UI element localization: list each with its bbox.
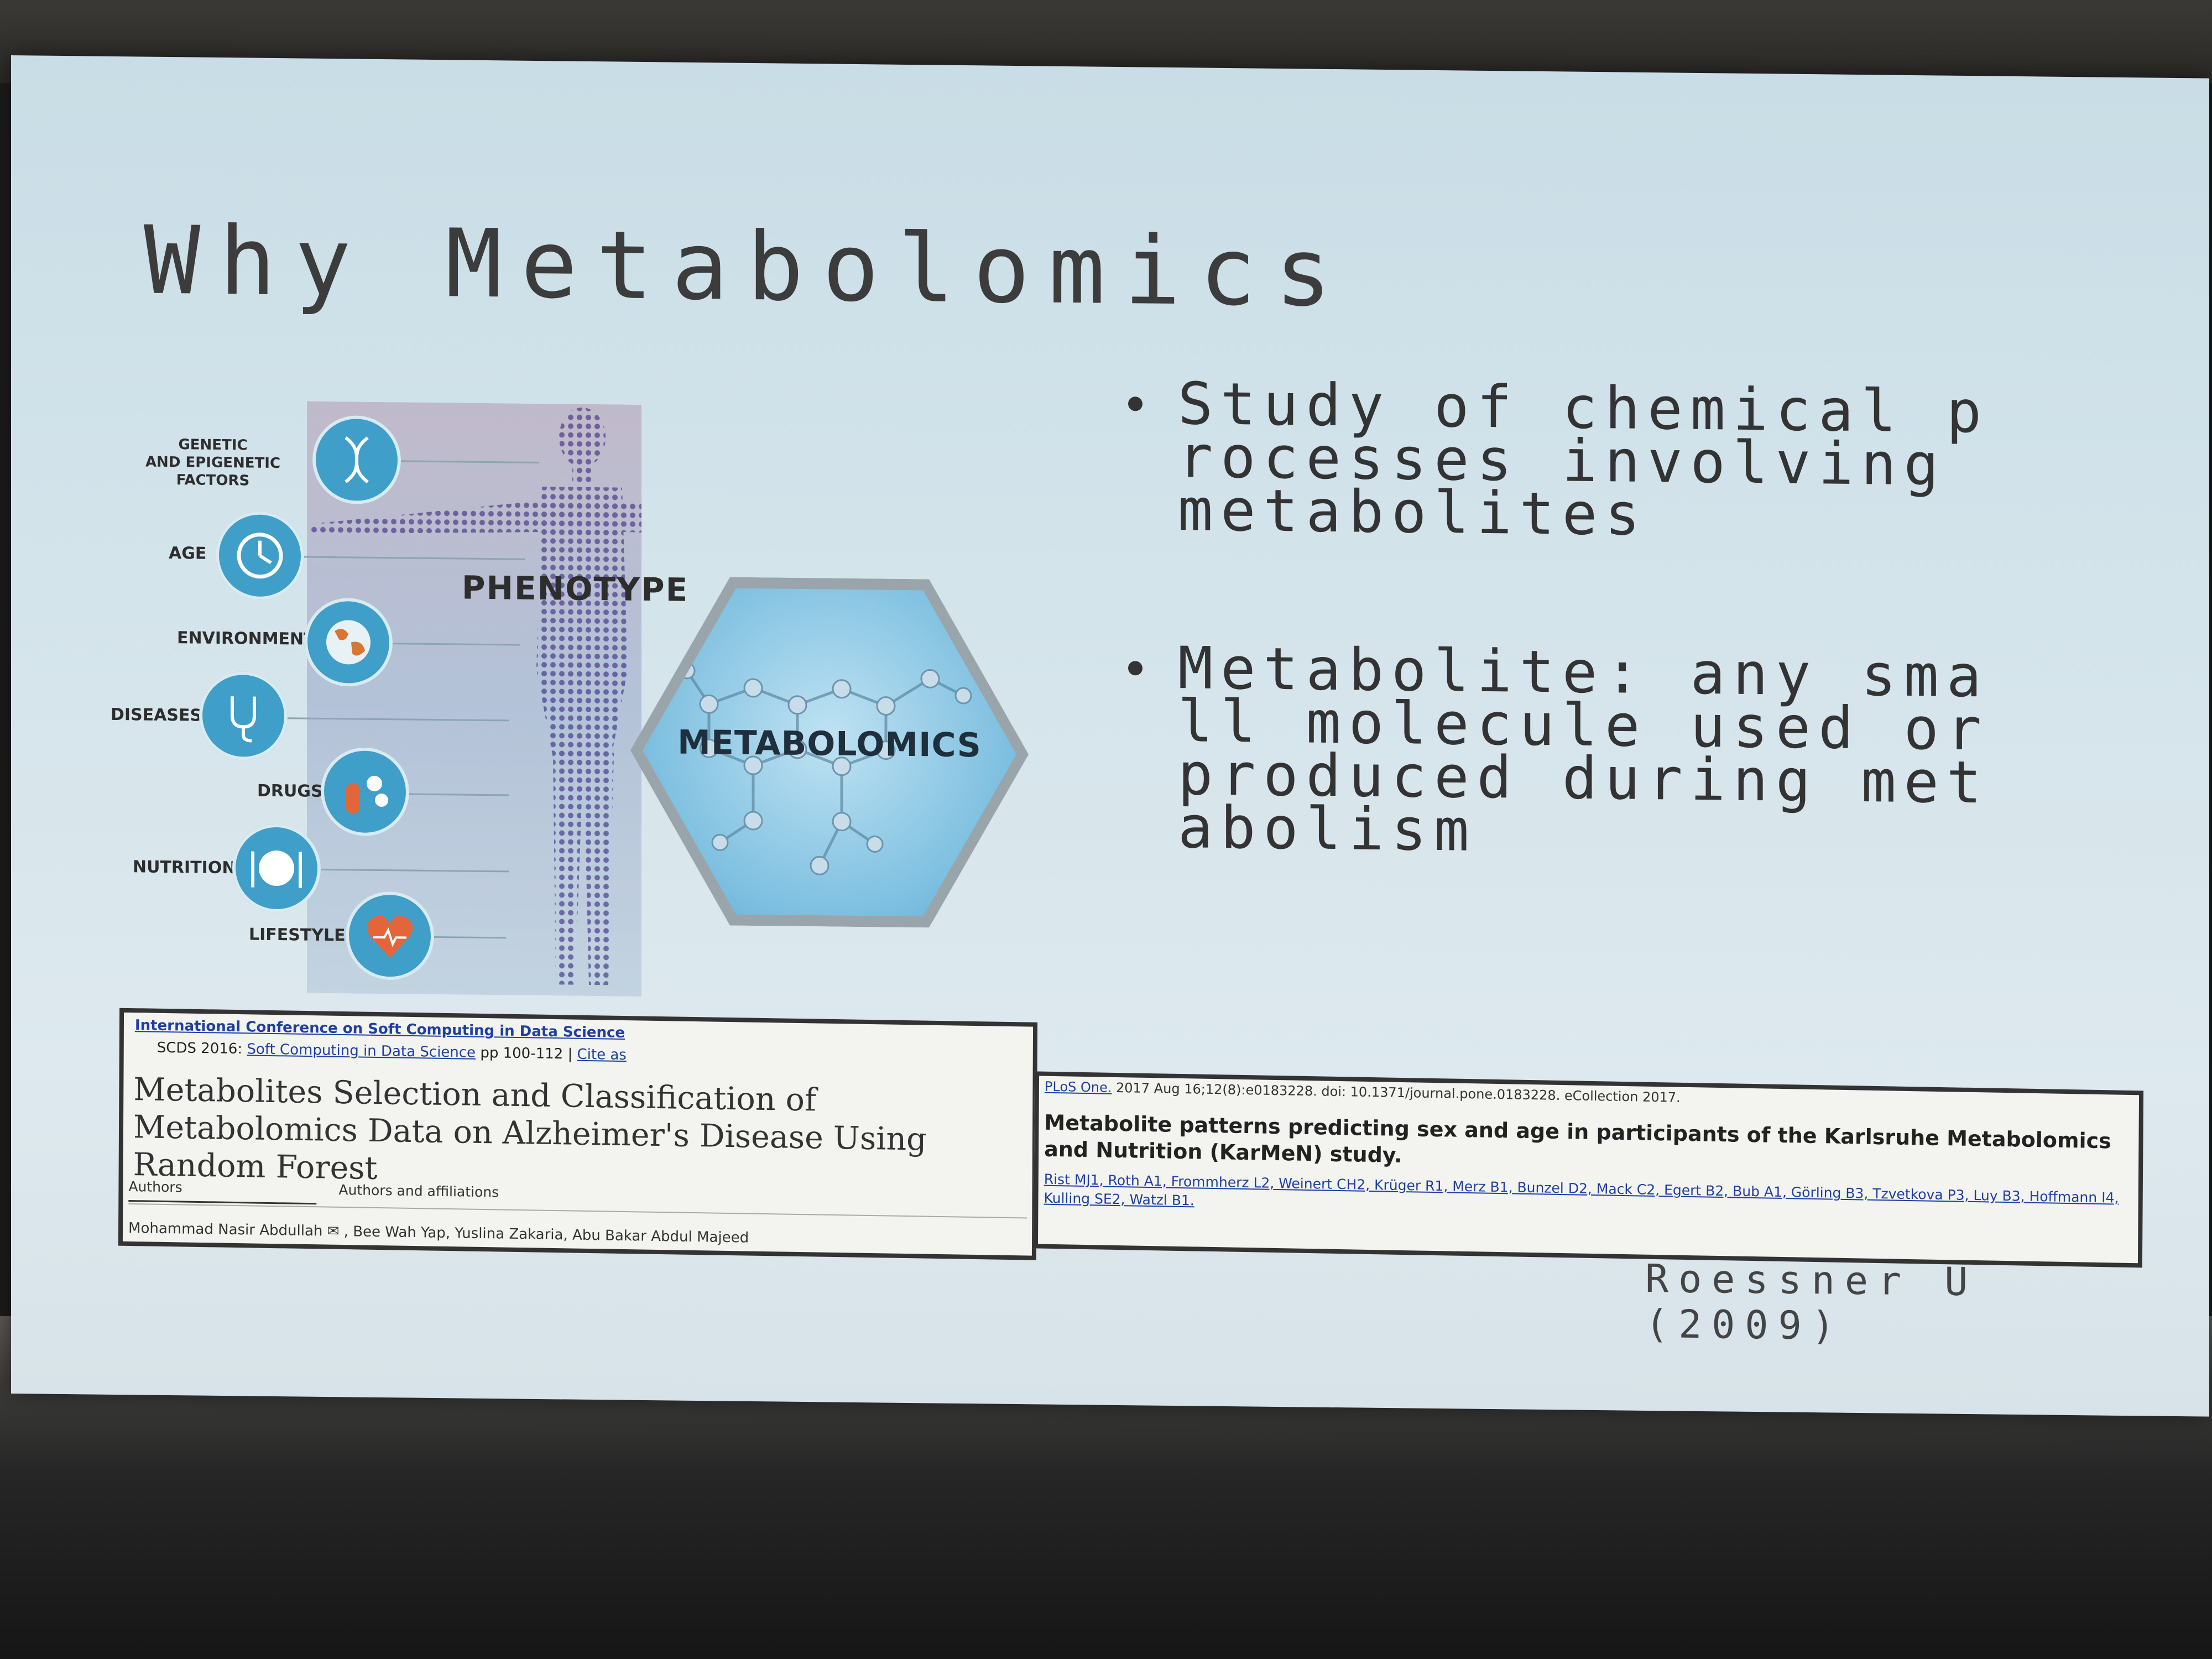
- conference-link[interactable]: International Conference on Soft Computi…: [135, 1017, 625, 1041]
- bullet-item: Study of chemical processes involving me…: [1117, 370, 2030, 549]
- paper-snippet-alzheimer: International Conference on Soft Computi…: [118, 1008, 1038, 1260]
- stethoscope-icon: [199, 671, 288, 761]
- series-line: SCDS 2016: Soft Computing in Data Scienc…: [156, 1039, 627, 1064]
- bullet-dot: [1128, 661, 1142, 676]
- bullet-list: Study of chemical processes involving me…: [1117, 370, 2030, 864]
- metabolomics-hexagon: METABOLOMICS: [630, 576, 1029, 929]
- factor-label: AGE: [169, 543, 207, 564]
- bullet-dot: [1128, 397, 1142, 411]
- clock-icon: [216, 510, 304, 601]
- slide-citation: Roessner U (2009): [1645, 1256, 1978, 1350]
- factor-label: NUTRITION: [133, 857, 236, 878]
- factor-label: LIFESTYLE: [249, 925, 346, 946]
- paper-title: Metabolites Selection and Classification…: [133, 1071, 927, 1187]
- globe-icon: [304, 597, 393, 687]
- divider: [128, 1203, 1027, 1219]
- bullet-text: Study of chemical processes involving me…: [1178, 370, 1990, 549]
- author-list[interactable]: Rist MJ1, Roth A1, Frommherz L2, Weinert…: [1044, 1170, 2133, 1227]
- factor-label: GENETIC AND EPIGENETIC FACTORS: [145, 436, 281, 489]
- bullet-item: Metabolite: any small molecule used or p…: [1117, 634, 2030, 864]
- projection-screen: Why Metabolomics PHENOTYPE GENETIC AND E…: [11, 55, 2209, 1417]
- heart-icon: [346, 891, 434, 981]
- series-link[interactable]: Soft Computing in Data Science: [247, 1041, 476, 1061]
- factor-label: DRUGS: [257, 781, 323, 801]
- citation-author: Roessner U: [1645, 1255, 1978, 1305]
- metabolomics-label: METABOLOMICS: [677, 723, 982, 765]
- bullet-text: Metabolite: any small molecule used or p…: [1178, 634, 1990, 864]
- cite-as-link[interactable]: Cite as: [577, 1046, 626, 1063]
- journal-link[interactable]: PLoS One.: [1045, 1079, 1112, 1095]
- plate-icon: [232, 823, 321, 913]
- slide-title: Why Metabolomics: [144, 206, 1350, 328]
- metabolomics-infographic: PHENOTYPE GENETIC AND EPIGENETIC FACTORS…: [88, 399, 1062, 1000]
- factor-label: DISEASES: [111, 705, 202, 726]
- pills-icon: [321, 747, 409, 837]
- tab-affiliations[interactable]: Authors and affiliations: [338, 1182, 499, 1201]
- citation-year: (2009): [1645, 1301, 1845, 1349]
- paper-title: Metabolite patterns predicting sex and a…: [1044, 1110, 2111, 1167]
- journal-line: PLoS One. 2017 Aug 16;12(8):e0183228. do…: [1044, 1078, 1681, 1105]
- phenotype-label: PHENOTYPE: [462, 568, 689, 609]
- tab-authors[interactable]: Authors: [128, 1178, 317, 1205]
- dna-icon: [312, 415, 401, 505]
- factor-label: ENVIRONMENT: [177, 628, 315, 649]
- author-list: Mohammad Nasir Abdullah ✉ , Bee Wah Yap,…: [128, 1219, 749, 1246]
- paper-snippet-karmen: PLoS One. 2017 Aug 16;12(8):e0183228. do…: [1033, 1071, 2144, 1268]
